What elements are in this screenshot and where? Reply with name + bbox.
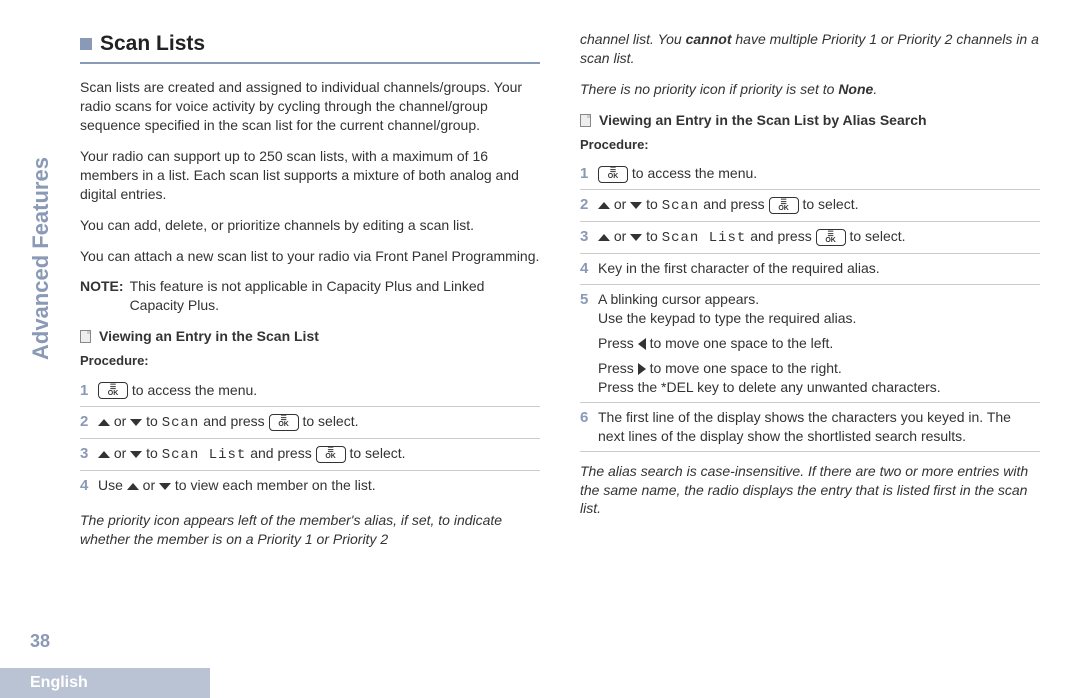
page-icon <box>80 330 91 343</box>
menu-item-text: Scan List <box>162 447 247 463</box>
step-text: to select. <box>299 413 359 429</box>
step-number: 4 <box>580 259 598 279</box>
step-text: and press <box>746 228 815 244</box>
step-text: to view each member on the list. <box>171 477 376 493</box>
step-text: or <box>139 477 159 493</box>
step-text: Press the *DEL key to delete any unwante… <box>598 378 1040 397</box>
continuation-text: channel list. You cannot have multiple P… <box>580 30 1040 68</box>
procedure-label: Procedure: <box>80 352 540 370</box>
page-icon <box>580 114 591 127</box>
up-arrow-icon <box>598 202 610 209</box>
step-text: A blinking cursor appears. <box>598 290 1040 309</box>
procedure-step: 4 Use or to view each member on the list… <box>80 471 540 501</box>
step-text: to <box>642 196 661 212</box>
ok-button-icon: ☰OK <box>816 229 846 246</box>
step-text: to select. <box>799 196 859 212</box>
up-arrow-icon <box>127 483 139 490</box>
right-arrow-icon <box>638 363 646 375</box>
step-text: Use <box>98 477 127 493</box>
menu-item-text: Scan List <box>662 230 747 246</box>
menu-item-text: Scan <box>162 415 200 431</box>
step-number: 6 <box>580 408 598 428</box>
down-arrow-icon <box>630 202 642 209</box>
procedure-step: 3 or to Scan List and press ☰OK to selec… <box>80 439 540 471</box>
ok-button-icon: ☰OK <box>598 166 628 183</box>
paragraph: Scan lists are created and assigned to i… <box>80 78 540 135</box>
step-text: to access the menu. <box>128 382 257 398</box>
step-number: 2 <box>580 195 598 215</box>
paragraph: There is no priority icon if priority is… <box>580 80 1040 99</box>
note-label: NOTE: <box>80 277 124 315</box>
footer-note: The alias search is case-insensitive. If… <box>580 462 1040 519</box>
step-text: to select. <box>846 228 906 244</box>
procedure-step: 2 or to Scan and press ☰OK to select. <box>80 407 540 439</box>
step-text: The first line of the display shows the … <box>598 408 1040 446</box>
step-text: Press <box>598 335 638 351</box>
step-text: to <box>142 445 161 461</box>
step-number: 1 <box>80 381 98 401</box>
ok-button-icon: ☰OK <box>769 197 799 214</box>
procedure-step: 6 The first line of the display shows th… <box>580 403 1040 452</box>
note-text: This feature is not applicable in Capaci… <box>130 277 540 315</box>
page-number: 38 <box>30 631 50 652</box>
down-arrow-icon <box>130 451 142 458</box>
step-number: 1 <box>580 164 598 184</box>
step-text: to move one space to the right. <box>646 360 842 376</box>
step-number: 2 <box>80 412 98 432</box>
ok-button-icon: ☰OK <box>316 446 346 463</box>
step-text: Press <box>598 360 638 376</box>
step-number: 4 <box>80 476 98 496</box>
step-text: and press <box>699 196 768 212</box>
step-text: or <box>610 228 630 244</box>
subheading: Viewing an Entry in the Scan List by Ali… <box>599 111 927 130</box>
step-text: Key in the first character of the requir… <box>598 259 1040 278</box>
paragraph: You can attach a new scan list to your r… <box>80 247 540 266</box>
up-arrow-icon <box>98 451 110 458</box>
subheading: Viewing an Entry in the Scan List <box>99 327 319 346</box>
step-text: or <box>110 445 130 461</box>
ok-button-icon: ☰OK <box>269 414 299 431</box>
step-text: Use the keypad to type the required alia… <box>598 309 1040 328</box>
procedure-step: 4 Key in the first character of the requ… <box>580 254 1040 285</box>
left-arrow-icon <box>638 338 646 350</box>
procedure-label: Procedure: <box>580 136 1040 154</box>
procedure-step: 1 ☰OK to access the menu. <box>580 159 1040 190</box>
procedure-step: 2 or to Scan and press ☰OK to select. <box>580 190 1040 222</box>
title-underline <box>80 62 540 64</box>
menu-item-text: Scan <box>662 198 700 214</box>
step-number: 5 <box>580 290 598 310</box>
step-number: 3 <box>80 444 98 464</box>
up-arrow-icon <box>598 234 610 241</box>
up-arrow-icon <box>98 419 110 426</box>
step-text: or <box>110 413 130 429</box>
section-title: Scan Lists <box>100 30 205 58</box>
step-text: to move one space to the left. <box>646 335 834 351</box>
right-column: channel list. You cannot have multiple P… <box>580 30 1040 630</box>
paragraph: Your radio can support up to 250 scan li… <box>80 147 540 204</box>
procedure-step: 5 A blinking cursor appears. Use the key… <box>580 285 1040 402</box>
step-text: and press <box>199 413 268 429</box>
ok-button-icon: ☰OK <box>98 382 128 399</box>
left-column: Scan Lists Scan lists are created and as… <box>80 30 540 630</box>
step-text: to access the menu. <box>628 165 757 181</box>
step-text: to <box>642 228 661 244</box>
footer-note: The priority icon appears left of the me… <box>80 511 540 549</box>
procedure-step: 1 ☰OK to access the menu. <box>80 376 540 407</box>
down-arrow-icon <box>159 483 171 490</box>
step-text: or <box>610 196 630 212</box>
step-text: to <box>142 413 161 429</box>
step-text: and press <box>246 445 315 461</box>
down-arrow-icon <box>130 419 142 426</box>
footer-language: English <box>0 668 210 698</box>
section-bullet-icon <box>80 38 92 50</box>
procedure-step: 3 or to Scan List and press ☰OK to selec… <box>580 222 1040 254</box>
step-number: 3 <box>580 227 598 247</box>
paragraph: You can add, delete, or prioritize chann… <box>80 216 540 235</box>
note-block: NOTE: This feature is not applicable in … <box>80 277 540 315</box>
down-arrow-icon <box>630 234 642 241</box>
sidebar-section-label: Advanced Features <box>28 157 54 360</box>
step-text: to select. <box>346 445 406 461</box>
